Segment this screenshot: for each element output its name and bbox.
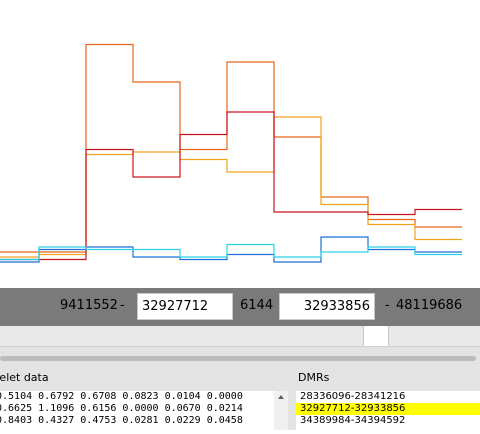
horizontal-scrollbar[interactable] [0,326,480,347]
right-coordinate: 48119686 [396,298,463,313]
left-coordinate: 9411552 [60,298,118,313]
histogram-svg [0,43,462,263]
histogram-series-2 [0,111,462,261]
range-width: 6144 [240,298,274,313]
wavelet-data-list[interactable]: 0.5104 0.6792 0.6708 0.0823 0.0104 0.000… [0,391,274,430]
wavelet-data-label: Wavelet data [0,371,49,384]
list-item[interactable]: 0.5104 0.6792 0.6708 0.0823 0.0104 0.000… [0,391,274,403]
scrollbar-thumb[interactable] [363,326,389,346]
histogram-series-0 [0,43,462,253]
dmr-list[interactable]: 28336096-28341216 32927712-32933856 3438… [296,391,480,430]
lower-panel: Wavelet data DMRs 0.5104 0.6792 0.6708 0… [0,347,480,430]
wavelet-scrollbar[interactable] [274,391,288,430]
list-item[interactable]: 34389984-34394592 [296,415,480,427]
range-start-input[interactable]: 32927712 [137,293,233,320]
list-item[interactable]: 0.8403 0.4327 0.4753 0.0281 0.0229 0.045… [0,415,274,427]
zoom-slider[interactable] [0,356,476,361]
left-separator: - [120,298,125,313]
dmrs-label: DMRs [298,371,330,384]
list-item[interactable]: 28336096-28341216 [296,391,480,403]
histogram-plot [0,0,480,288]
histogram-series-1 [0,116,462,258]
histogram-series-3 [0,236,462,263]
right-separator: - [385,298,390,313]
list-item-selected[interactable]: 32927712-32933856 [296,403,480,415]
scroll-up-arrow-icon[interactable] [274,391,288,430]
list-item[interactable]: 0.6625 1.1096 0.6156 0.0000 0.0670 0.021… [0,403,274,415]
coordinate-bar: 9411552 - 32927712 6144 32933856 - 48119… [0,288,480,326]
range-end-input[interactable]: 32933856 [279,293,375,320]
